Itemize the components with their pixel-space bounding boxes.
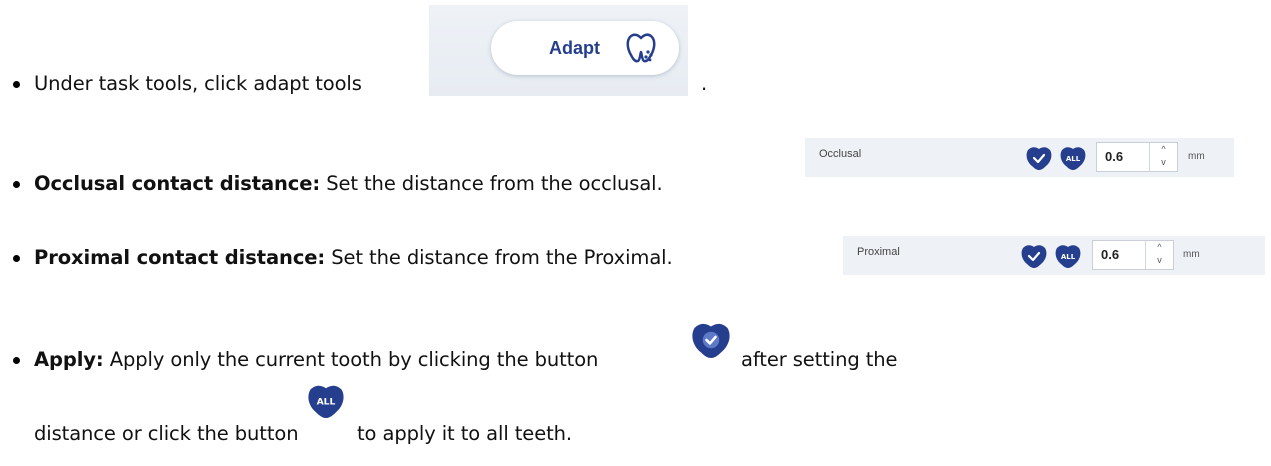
bullet-marker xyxy=(13,255,20,262)
apply-heading: Apply: xyxy=(34,348,104,371)
bullet-marker xyxy=(13,81,20,88)
occlusal-stepper[interactable]: ^ v xyxy=(1149,143,1177,171)
occlusal-heading: Occlusal contact distance: xyxy=(34,172,321,195)
all-badge-text: ALL xyxy=(317,397,336,408)
proximal-description: Set the distance from the Proximal. xyxy=(325,246,673,269)
apply-description: Apply only the current tooth by clicking… xyxy=(103,348,599,371)
period: . xyxy=(701,72,707,95)
instruction-text: Under task tools, click adapt tools xyxy=(34,72,362,95)
bullet-marker xyxy=(13,357,20,364)
instruction-line-adapt: Under task tools, click adapt tools xyxy=(34,72,362,95)
stepper-down-icon[interactable]: v xyxy=(1150,156,1177,169)
adapt-button-screenshot: Adapt xyxy=(429,5,688,96)
occlusal-label: Occlusal xyxy=(819,148,862,160)
occlusal-value: 0.6 xyxy=(1105,149,1124,164)
stepper-up-icon[interactable]: ^ xyxy=(1146,241,1173,254)
instruction-line-apply-all: distance or click the button xyxy=(34,422,299,445)
apply-continuation: after setting the xyxy=(741,348,898,371)
instruction-line-proximal: Proximal contact distance: Set the dista… xyxy=(34,246,673,269)
apply-current-tooth-icon[interactable] xyxy=(1025,146,1053,170)
apply-all-teeth-icon[interactable]: ALL xyxy=(1059,146,1087,170)
apply-all-teeth-icon: ALL xyxy=(308,385,344,418)
occlusal-distance-input[interactable]: 0.6 ^ v xyxy=(1096,142,1178,172)
apply-all-continuation: to apply it to all teeth. xyxy=(357,422,572,445)
adapt-button[interactable]: Adapt xyxy=(491,21,679,75)
occlusal-description: Set the distance from the occlusal. xyxy=(320,172,663,195)
proximal-value: 0.6 xyxy=(1101,247,1120,262)
proximal-distance-row: Proximal ALL 0.6 ^ v mm xyxy=(843,236,1265,275)
tooth-adapt-icon xyxy=(626,33,656,63)
apply-description-cont: after setting the xyxy=(741,348,898,371)
proximal-stepper[interactable]: ^ v xyxy=(1145,241,1173,269)
instruction-line-occlusal: Occlusal contact distance: Set the dista… xyxy=(34,172,663,195)
stepper-up-icon[interactable]: ^ xyxy=(1150,143,1177,156)
proximal-heading: Proximal contact distance: xyxy=(34,246,326,269)
proximal-label: Proximal xyxy=(857,246,900,258)
period-text: . xyxy=(701,72,708,95)
all-badge-text: ALL xyxy=(1066,155,1081,163)
apply-all-description-cont: to apply it to all teeth. xyxy=(357,422,572,445)
apply-all-teeth-icon[interactable]: ALL xyxy=(1054,244,1082,268)
apply-all-description: distance or click the button xyxy=(34,422,299,445)
instruction-line-apply: Apply: Apply only the current tooth by c… xyxy=(34,348,598,371)
proximal-unit: mm xyxy=(1183,249,1200,260)
bullet-marker xyxy=(13,181,20,188)
adapt-button-label: Adapt xyxy=(549,37,600,58)
apply-current-tooth-icon[interactable] xyxy=(1020,244,1048,268)
occlusal-distance-row: Occlusal ALL 0.6 ^ v mm xyxy=(805,138,1234,177)
stepper-down-icon[interactable]: v xyxy=(1146,254,1173,267)
proximal-distance-input[interactable]: 0.6 ^ v xyxy=(1092,240,1174,270)
all-badge-text: ALL xyxy=(1061,253,1076,261)
apply-current-tooth-icon xyxy=(692,323,730,358)
occlusal-unit: mm xyxy=(1188,151,1205,162)
